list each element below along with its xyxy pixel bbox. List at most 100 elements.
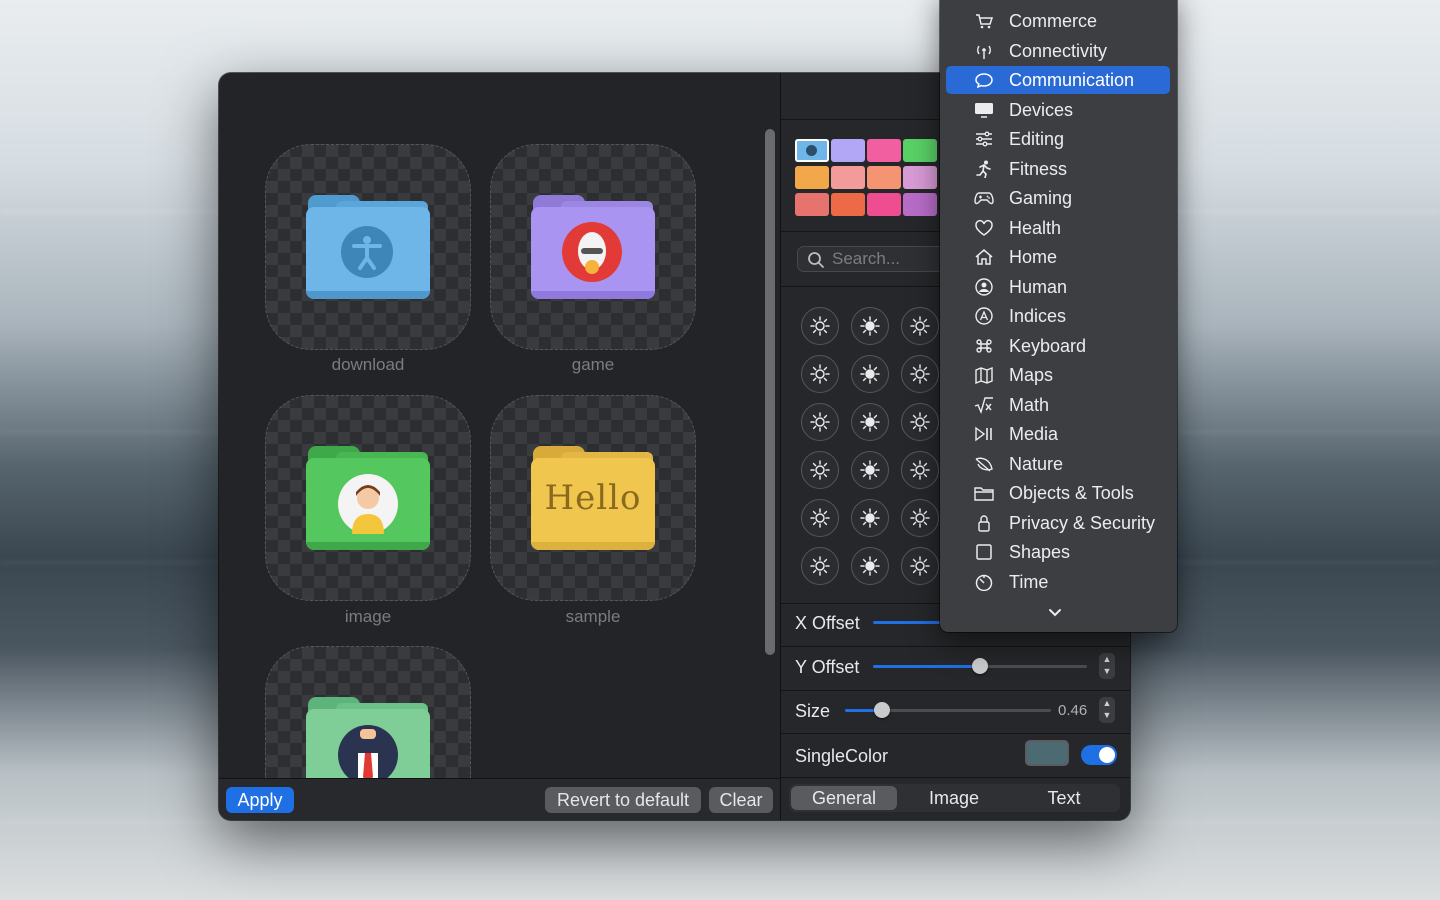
folder-gallery: download game image Hello sample: [219, 73, 780, 778]
menu-item-shapes[interactable]: Shapes: [946, 538, 1170, 566]
person-circle-icon: [975, 277, 993, 296]
gallery-toolbar: Apply Revert to default Clear: [219, 778, 780, 820]
symbol-cell[interactable]: [801, 451, 839, 489]
tile-label: download: [331, 355, 405, 374]
menu-item-label: Maps: [1009, 365, 1054, 385]
symbol-cell[interactable]: [801, 547, 839, 585]
menu-item-label: Objects & Tools: [1009, 483, 1134, 503]
sun-rain-fill-icon: [860, 556, 880, 576]
folder-icon: [306, 446, 430, 550]
menu-item-label: Connectivity: [1009, 40, 1108, 61]
menu-item-human[interactable]: Human: [946, 273, 1170, 301]
symbol-cell[interactable]: [901, 451, 939, 489]
clear-button[interactable]: Clear: [709, 787, 773, 813]
y-offset-label: Y Offset: [795, 657, 860, 677]
square-icon: [976, 544, 992, 560]
symbol-cell[interactable]: [851, 307, 889, 345]
menu-item-health[interactable]: Health: [946, 214, 1170, 242]
sun-rain-circle-icon: [810, 556, 830, 576]
sun-rays-alert-icon: [810, 364, 830, 384]
menu-item-keyboard[interactable]: Keyboard: [946, 332, 1170, 360]
symbol-cell[interactable]: [901, 403, 939, 441]
symbol-cell[interactable]: [801, 355, 839, 393]
menu-item-label: Media: [1009, 424, 1059, 444]
tab-text[interactable]: Text: [1011, 786, 1117, 810]
x-offset-slider[interactable]: [873, 621, 943, 624]
menu-item-objects-tools[interactable]: Objects & Tools: [946, 479, 1170, 507]
symbol-cell[interactable]: [801, 499, 839, 537]
folder-icon: [531, 195, 655, 299]
menu-item-media[interactable]: Media: [946, 420, 1170, 448]
singlecolor-color-well[interactable]: [1025, 740, 1069, 766]
size-label: Size: [795, 701, 831, 721]
speech-bubble-icon: [975, 73, 993, 89]
symbol-cell[interactable]: [801, 403, 839, 441]
symbol-cell[interactable]: [851, 403, 889, 441]
menu-item-home[interactable]: Home: [946, 243, 1170, 271]
menu-item-indices[interactable]: Indices: [946, 302, 1170, 330]
sliders-icon: [976, 131, 992, 147]
menu-item-connectivity[interactable]: Connectivity: [946, 37, 1170, 65]
menu-item-commerce[interactable]: Commerce: [946, 7, 1170, 35]
sun-bright-icon: [910, 316, 930, 336]
sunset-icon: [810, 412, 830, 432]
folder-icon: [306, 697, 430, 778]
menu-item-label: Shapes: [1009, 542, 1071, 562]
sun-dust-icon: [810, 508, 830, 528]
symbol-cell[interactable]: [901, 355, 939, 393]
menu-item-gaming[interactable]: Gaming: [946, 184, 1170, 212]
tab-general[interactable]: General: [791, 786, 897, 810]
apply-button[interactable]: Apply: [226, 787, 294, 813]
singlecolor-toggle[interactable]: [1081, 745, 1117, 765]
heart-icon: [975, 219, 993, 236]
y-offset-slider-knob[interactable]: [972, 658, 988, 674]
symbol-cell[interactable]: [901, 547, 939, 585]
menu-item-label: Privacy & Security: [1009, 512, 1156, 533]
category-menu: Commerce Connectivity Communication Devices…: [940, 0, 1177, 632]
gallery-scrollbar[interactable]: [765, 129, 775, 655]
menu-item-fitness[interactable]: Fitness: [946, 155, 1170, 183]
menu-item-nature[interactable]: Nature: [946, 450, 1170, 478]
symbol-cell[interactable]: [901, 499, 939, 537]
menu-item-editing[interactable]: Editing: [946, 125, 1170, 153]
symbol-cell[interactable]: [901, 307, 939, 345]
menu-item-label: Indices: [1009, 306, 1067, 326]
menu-item-label: Math: [1009, 394, 1050, 415]
accessibility-icon: [341, 226, 393, 278]
size-stepper[interactable]: ▲ ▼: [1099, 697, 1115, 723]
timer-icon: [975, 574, 993, 591]
revert-to-default-button[interactable]: Revert to default: [545, 787, 701, 813]
square-root-icon: [974, 396, 993, 414]
symbol-cell[interactable]: [851, 451, 889, 489]
size-slider-knob[interactable]: [874, 702, 891, 718]
cart-icon: [976, 14, 994, 29]
symbol-cell[interactable]: [851, 547, 889, 585]
symbol-cell[interactable]: [801, 307, 839, 345]
sun-horizon-circle-icon: [810, 460, 830, 480]
lock-icon: [978, 514, 990, 532]
symbol-cell[interactable]: [851, 355, 889, 393]
businessman-avatar-icon: [338, 725, 398, 778]
menu-item-time[interactable]: Time: [946, 568, 1170, 596]
menu-item-label: Keyboard: [1009, 335, 1087, 356]
inspector-tabs: General Image Text: [789, 784, 1120, 812]
symbol-cell[interactable]: [851, 499, 889, 537]
menu-item-math[interactable]: Math: [946, 391, 1170, 419]
menu-item-label: Fitness: [1009, 158, 1068, 179]
menu-item-communication[interactable]: Communication: [946, 66, 1170, 94]
sun-min-icon: [810, 316, 830, 336]
command-icon: [976, 338, 992, 353]
sun-alert-icon: [860, 364, 880, 384]
menu-item-privacy-security[interactable]: Privacy & Security: [946, 509, 1170, 537]
menu-item-maps[interactable]: Maps: [946, 361, 1170, 389]
menu-item-label: Health: [1009, 217, 1062, 238]
sun-dust-fill-icon: [860, 508, 880, 528]
sunrise-icon: [910, 364, 930, 384]
menu-item-devices[interactable]: Devices: [946, 96, 1170, 124]
menu-item-label: Gaming: [1009, 188, 1073, 208]
menu-item-label: Time: [1009, 571, 1049, 592]
chevron-down-icon[interactable]: [1048, 608, 1062, 618]
tab-image[interactable]: Image: [901, 786, 1007, 810]
y-offset-stepper[interactable]: ▲ ▼: [1099, 653, 1115, 679]
sun-circle-icon: [910, 412, 930, 432]
